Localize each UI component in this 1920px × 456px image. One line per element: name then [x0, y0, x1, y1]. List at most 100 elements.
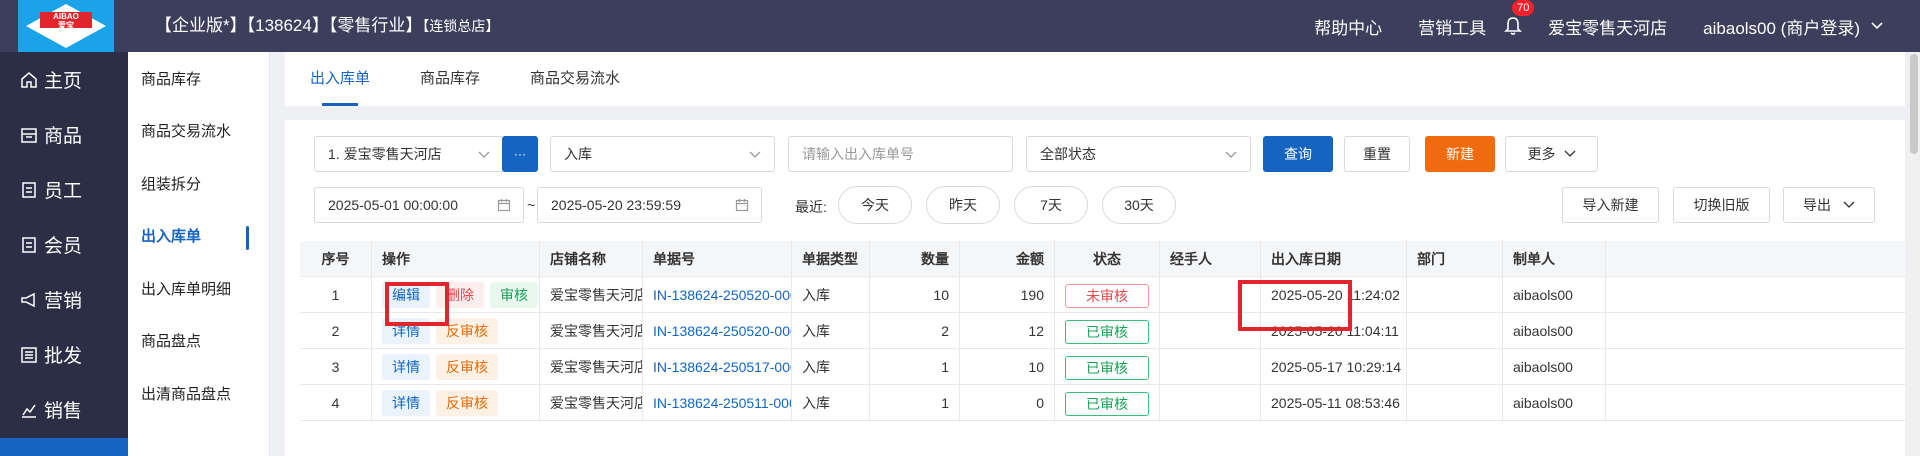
status-select[interactable]: 全部状态 — [1026, 136, 1251, 172]
row-amount: 10 — [960, 349, 1055, 385]
recent-30days-button[interactable]: 30天 — [1102, 186, 1176, 224]
chevron-down-icon — [478, 151, 490, 158]
sidebar-item-marketing[interactable]: 营销 — [0, 272, 128, 327]
main-sidebar: 主页 商品 员工 会员 营销 批发 销售 — [0, 52, 128, 456]
col-header-date: 出入库日期 — [1261, 241, 1407, 277]
direction-select[interactable]: 入库 — [550, 136, 775, 172]
store-picker-button[interactable]: ··· — [502, 136, 538, 172]
submenu-item-clearance-stocktake[interactable]: 出清商品盘点 — [128, 367, 269, 420]
export-label: 导出 — [1803, 197, 1831, 213]
row-store: 爱宝零售天河店 — [540, 277, 643, 313]
details-button[interactable]: 详情 — [382, 354, 430, 380]
row-doc-link[interactable]: IN-138624-250511-0001 — [643, 385, 792, 421]
highlight-status-pending — [1238, 280, 1352, 331]
more-button[interactable]: 更多 — [1505, 136, 1598, 172]
row-doc-link[interactable]: IN-138624-250520-0002 — [643, 277, 792, 313]
sidebar-active-indicator — [0, 438, 128, 456]
sidebar-item-staff[interactable]: 员工 — [0, 162, 128, 217]
details-button[interactable]: 详情 — [382, 390, 430, 416]
sidebar-item-wholesale[interactable]: 批发 — [0, 327, 128, 382]
row-no: 2 — [300, 313, 372, 349]
col-header-qty: 数量 — [870, 241, 960, 277]
query-button[interactable]: 查询 — [1263, 136, 1333, 172]
create-button[interactable]: 新建 — [1425, 136, 1495, 172]
sidebar-item-sales[interactable]: 销售 — [0, 382, 128, 437]
recent-yesterday-button[interactable]: 昨天 — [926, 186, 1000, 224]
tab-transactions[interactable]: 商品交易流水 — [530, 52, 620, 106]
row-actions: 详情 反审核 — [372, 385, 540, 421]
filter-and-table-panel: 1. 爱宝零售天河店 ··· 入库 请输入出入库单号 全部状态 查询 重置 新建… — [285, 120, 1905, 456]
company-info: 【企业版*】【138624】【零售行业】【连锁总店】 — [155, 16, 500, 35]
recent-today-button[interactable]: 今天 — [838, 186, 912, 224]
store-select[interactable]: 1. 爱宝零售天河店 — [314, 136, 504, 172]
col-header-store: 店铺名称 — [540, 241, 643, 277]
marketing-tools-link[interactable]: 营销工具 — [1418, 14, 1486, 39]
sidebar-item-goods[interactable]: 商品 — [0, 107, 128, 162]
col-header-amount: 金额 — [960, 241, 1055, 277]
chevron-down-icon — [1564, 150, 1575, 157]
recent-7days-button[interactable]: 7天 — [1014, 186, 1088, 224]
reset-button[interactable]: 重置 — [1344, 136, 1410, 172]
unaudit-button[interactable]: 反审核 — [436, 354, 498, 380]
row-type: 入库 — [792, 349, 870, 385]
sidebar-item-home[interactable]: 主页 — [0, 52, 128, 107]
audit-button[interactable]: 审核 — [490, 282, 538, 308]
tab-stock[interactable]: 商品库存 — [420, 52, 480, 106]
export-button[interactable]: 导出 — [1783, 187, 1875, 223]
bell-icon[interactable]: 70 — [1504, 0, 1535, 36]
chevron-down-icon — [749, 151, 761, 158]
recent-label: 最近: — [795, 199, 827, 215]
status-badge: 已审核 — [1065, 392, 1149, 417]
row-doc-link[interactable]: IN-138624-250517-0001 — [643, 349, 792, 385]
row-qty: 1 — [870, 385, 960, 421]
col-header-type: 单据类型 — [792, 241, 870, 277]
row-status: 已审核 — [1055, 313, 1160, 349]
current-store-label[interactable]: 爱宝零售天河店 — [1548, 14, 1667, 39]
sidebar-item-member[interactable]: 会员 — [0, 217, 128, 272]
import-new-button[interactable]: 导入新建 — [1562, 187, 1659, 223]
tab-stock-orders[interactable]: 出入库单 — [310, 52, 370, 106]
top-bar: AIBAO 爱宝 【企业版*】【138624】【零售行业】【连锁总店】 帮助中心 … — [0, 0, 1920, 52]
unaudit-button[interactable]: 反审核 — [436, 390, 498, 416]
switch-old-version-button[interactable]: 切换旧版 — [1673, 187, 1770, 223]
submenu-item-stocktake[interactable]: 商品盘点 — [128, 315, 269, 368]
aibao-logo[interactable]: AIBAO 爱宝 — [18, 0, 114, 52]
submenu-item-stock-orders[interactable]: 出入库单 — [128, 210, 269, 263]
row-dept — [1407, 313, 1503, 349]
help-center-link[interactable]: 帮助中心 — [1314, 14, 1382, 39]
row-amount: 0 — [960, 385, 1055, 421]
wholesale-icon — [21, 346, 37, 363]
col-header-doc: 单据号 — [643, 241, 792, 277]
row-dept — [1407, 385, 1503, 421]
main-content: 出入库单 商品库存 商品交易流水 1. 爱宝零售天河店 ··· 入库 请输入出入… — [285, 52, 1905, 456]
scrollbar-thumb[interactable] — [1910, 54, 1918, 154]
date-separator: ~ — [527, 197, 536, 213]
row-store: 爱宝零售天河店 — [540, 313, 643, 349]
row-no: 4 — [300, 385, 372, 421]
submenu-item-order-details[interactable]: 出入库单明细 — [128, 262, 269, 315]
row-handler — [1160, 349, 1261, 385]
row-type: 入库 — [792, 385, 870, 421]
submenu-item-stock[interactable]: 商品库存 — [128, 52, 269, 105]
date-from-input[interactable]: 2025-05-01 00:00:00 — [314, 187, 524, 223]
row-maker: aibaols00 — [1503, 277, 1606, 313]
date-to-input[interactable]: 2025-05-20 23:59:59 — [537, 187, 762, 223]
row-no: 3 — [300, 349, 372, 385]
row-doc-link[interactable]: IN-138624-250520-0001 — [643, 313, 792, 349]
row-status: 已审核 — [1055, 385, 1160, 421]
row-type: 入库 — [792, 277, 870, 313]
submenu-item-transactions[interactable]: 商品交易流水 — [128, 105, 269, 158]
row-dept — [1407, 277, 1503, 313]
col-header-handler: 经手人 — [1160, 241, 1261, 277]
row-qty: 10 — [870, 277, 960, 313]
more-label: 更多 — [1527, 146, 1556, 162]
submenu-item-assembly[interactable]: 组装拆分 — [128, 157, 269, 210]
user-menu[interactable]: aibaols00 (商户登录) — [1703, 14, 1884, 39]
chevron-down-icon — [1843, 201, 1855, 208]
order-number-input[interactable]: 请输入出入库单号 — [788, 136, 1013, 172]
page-scrollbar[interactable] — [1908, 52, 1920, 456]
status-badge: 未审核 — [1065, 284, 1149, 309]
calendar-icon — [497, 199, 511, 212]
col-header-no: 序号 — [300, 241, 372, 277]
col-header-maker: 制单人 — [1503, 241, 1606, 277]
